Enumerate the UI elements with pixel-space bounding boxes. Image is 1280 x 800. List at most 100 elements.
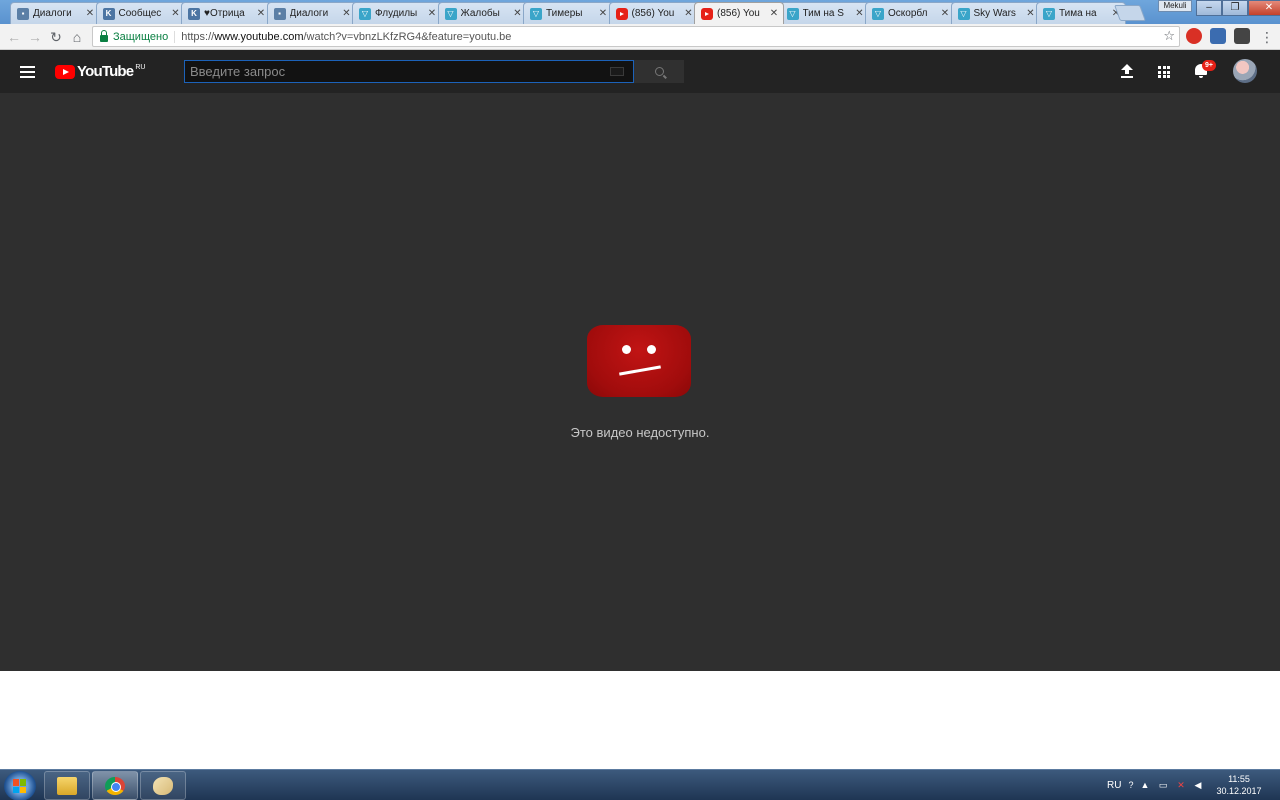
window-user-badge[interactable]: Mekuli bbox=[1158, 0, 1192, 12]
browser-tab[interactable]: ▽ Жалобы ✕ bbox=[437, 2, 528, 24]
youtube-logo-text: YouTube bbox=[77, 63, 134, 80]
secure-label: Защищено bbox=[113, 30, 176, 43]
youtube-icon bbox=[615, 7, 628, 20]
back-arrow-icon[interactable]: ← bbox=[5, 28, 23, 46]
youtube-region: RU bbox=[135, 64, 146, 71]
search-button[interactable] bbox=[634, 60, 684, 83]
close-window-button[interactable]: ✕ bbox=[1248, 0, 1280, 16]
upload-icon[interactable] bbox=[1120, 64, 1134, 78]
tab-close-icon[interactable]: ✕ bbox=[427, 8, 437, 19]
keyboard-icon[interactable] bbox=[610, 67, 624, 76]
tab-close-icon[interactable]: ✕ bbox=[769, 8, 779, 19]
volume-icon[interactable]: ◀ bbox=[1193, 780, 1203, 790]
search-input[interactable]: Введите запрос bbox=[184, 60, 634, 83]
youtube-masthead: YouTube RU Введите запрос 9+ bbox=[0, 50, 1280, 93]
forward-arrow-icon[interactable]: → bbox=[26, 28, 44, 46]
shield-icon: ▽ bbox=[1043, 7, 1055, 20]
url-host: www.youtube.com bbox=[214, 30, 304, 43]
avatar[interactable] bbox=[1233, 59, 1257, 83]
tab-title: Тим на S bbox=[802, 8, 844, 19]
tab-title: (856) You bbox=[631, 8, 675, 19]
sad-tv-icon bbox=[587, 325, 691, 397]
tab-title: Sky Wars bbox=[973, 8, 1016, 19]
browser-toolbar: ← → ↻ ⌂ Защищено https://www.youtube.com… bbox=[0, 24, 1280, 50]
clock-time: 11:55 bbox=[1228, 774, 1250, 784]
network-error-icon[interactable]: ✕ bbox=[1176, 780, 1186, 790]
url-scheme: https:// bbox=[181, 30, 215, 43]
shield-icon: ▽ bbox=[957, 7, 970, 20]
tab-close-icon[interactable]: ✕ bbox=[513, 8, 523, 19]
browser-tabstrip: ▪ Диалоги ✕ K Сообщес ✕ K ♥Отрица ✕ ▪ Диалоги ✕ ▽ Флу… bbox=[0, 0, 1280, 24]
shield-icon: ▽ bbox=[872, 7, 884, 20]
reload-icon[interactable]: ↻ bbox=[47, 28, 65, 46]
vk-message-icon: ▪ bbox=[17, 7, 29, 20]
home-icon[interactable]: ⌂ bbox=[68, 28, 86, 46]
browser-tab[interactable]: ▽ Тимеры ✕ bbox=[523, 2, 613, 24]
shield-icon: ▽ bbox=[359, 7, 371, 20]
address-bar[interactable]: Защищено https://www.youtube.com/watch?v… bbox=[92, 26, 1180, 47]
adblock-extension-icon[interactable] bbox=[1186, 28, 1202, 44]
youtube-play-icon bbox=[55, 65, 75, 79]
action-center-icon[interactable]: ▭ bbox=[1158, 780, 1168, 790]
system-clock[interactable]: 11:55 30.12.2017 bbox=[1212, 773, 1266, 797]
restore-button[interactable]: ❐ bbox=[1222, 0, 1248, 16]
browser-tab[interactable]: K ♥Отрица ✕ bbox=[181, 2, 271, 24]
start-button[interactable] bbox=[4, 771, 36, 800]
tab-close-icon[interactable]: ✕ bbox=[1026, 8, 1036, 19]
tab-title: Оскорбл bbox=[888, 8, 928, 19]
paint-palette-icon bbox=[153, 777, 173, 795]
taskbar-paint[interactable] bbox=[140, 771, 186, 800]
url-text[interactable]: https://www.youtube.com/watch?v=vbnzLKfz… bbox=[175, 31, 511, 43]
bookmark-star-icon[interactable]: ☆ bbox=[1163, 28, 1175, 44]
search-icon bbox=[654, 67, 664, 76]
windows-logo-icon bbox=[13, 779, 27, 793]
shield-icon: ▽ bbox=[530, 7, 542, 20]
tab-close-icon[interactable]: ✕ bbox=[256, 8, 266, 19]
tab-close-icon[interactable]: ✕ bbox=[684, 8, 694, 19]
youtube-icon bbox=[701, 7, 713, 20]
browser-tab[interactable]: ▪ Диалоги ✕ bbox=[266, 2, 357, 24]
tab-title: Диалоги bbox=[289, 8, 329, 19]
browser-tab[interactable]: K Сообщес ✕ bbox=[95, 2, 186, 24]
extension-icon[interactable] bbox=[1234, 28, 1250, 44]
lock-icon bbox=[100, 30, 108, 42]
extension-icon[interactable] bbox=[1210, 28, 1226, 44]
browser-tab[interactable]: ▽ Sky Wars ✕ bbox=[950, 2, 1041, 24]
hamburger-menu-icon[interactable] bbox=[20, 66, 35, 78]
taskbar-explorer[interactable] bbox=[44, 771, 90, 800]
tab-close-icon[interactable]: ✕ bbox=[342, 8, 352, 19]
browser-tab[interactable]: (856) You ✕ bbox=[694, 2, 784, 24]
language-indicator[interactable]: RU bbox=[1107, 770, 1121, 800]
keyboard-layout-icon[interactable]: ? bbox=[1126, 780, 1136, 790]
tab-close-icon[interactable]: ✕ bbox=[598, 8, 608, 19]
apps-grid-icon[interactable] bbox=[1158, 66, 1170, 78]
tab-close-icon[interactable]: ✕ bbox=[85, 8, 95, 19]
tab-title: Жалобы bbox=[460, 8, 500, 19]
menu-dots-icon[interactable]: ⋮ bbox=[1258, 28, 1276, 46]
youtube-logo[interactable]: YouTube RU bbox=[55, 63, 145, 81]
taskbar-chrome[interactable] bbox=[92, 771, 138, 800]
vk-icon: K bbox=[102, 7, 115, 20]
window-controls: – ❐ ✕ bbox=[1196, 0, 1280, 16]
tab-close-icon[interactable]: ✕ bbox=[940, 8, 950, 19]
browser-tab[interactable]: (856) You ✕ bbox=[608, 2, 699, 24]
minimize-button[interactable]: – bbox=[1196, 0, 1222, 16]
tab-title: Сообщес bbox=[118, 8, 162, 19]
shield-icon: ▽ bbox=[786, 7, 799, 20]
browser-tab[interactable]: ▽ Оскорбл ✕ bbox=[865, 2, 955, 24]
tab-close-icon[interactable]: ✕ bbox=[855, 8, 865, 19]
browser-tab[interactable]: ▽ Тим на S ✕ bbox=[779, 2, 870, 24]
browser-tab[interactable]: ▽ Тима на ✕ bbox=[1036, 2, 1126, 24]
tab-close-icon[interactable]: ✕ bbox=[171, 8, 181, 19]
show-hidden-icons-icon[interactable]: ▲ bbox=[1140, 780, 1150, 790]
notification-badge: 9+ bbox=[1202, 60, 1216, 71]
browser-tab[interactable]: ▪ Диалоги ✕ bbox=[10, 2, 100, 24]
new-tab-button[interactable] bbox=[1114, 5, 1146, 21]
vk-icon: K bbox=[188, 7, 200, 20]
browser-tab[interactable]: ▽ Флудилы ✕ bbox=[352, 2, 442, 24]
video-player: Это видео недоступно. bbox=[0, 93, 1280, 671]
search-placeholder: Введите запрос bbox=[190, 64, 286, 79]
tab-title: Тимеры bbox=[546, 8, 583, 19]
tab-title: Флудилы bbox=[375, 8, 418, 19]
clock-date: 30.12.2017 bbox=[1216, 786, 1262, 796]
